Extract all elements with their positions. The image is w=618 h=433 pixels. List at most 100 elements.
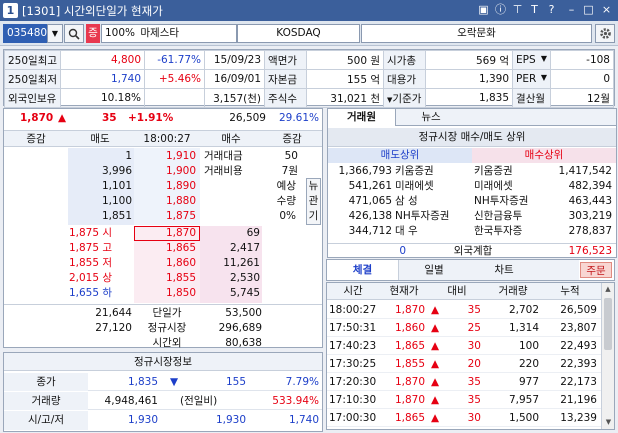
tick-qty: 1,314 [508,322,539,334]
news-tag[interactable]: 뉴 [307,179,320,194]
tick-header: 시간 현재가 대비 거래량 누적 [327,283,601,300]
tab-ticks[interactable]: 체결 [327,260,399,280]
eps-select[interactable]: EPS ▼ [512,50,552,70]
bid-qty[interactable]: 11,261 [202,256,260,271]
expect-label: 예상 [276,180,296,192]
info-value: 12월 [550,88,614,108]
orderbook-panel: 1,870 ▲ 35 +1.91% 26,509 29.61% 증감 매도 18… [3,108,323,349]
broker-row: 344,712 대 우 한국투자증 278,837 [328,224,616,239]
price-change: 35 [102,112,117,124]
minimize-icon[interactable]: – [564,2,579,18]
tick-price: 1,870 [394,304,425,316]
broker-title: 정규시장 매수/매도 상위 [328,128,616,147]
chevron-down-icon: ▼ [540,54,548,63]
bid-row: 1,875 시 1,870 69 [4,226,322,241]
stock-name-box[interactable]: 100% 마제스타 [101,24,237,43]
info-label: 주식수 [264,88,308,108]
search-icon[interactable] [64,24,84,43]
tick-row: 17:30:25 1,855 ▲ 20 220 22,393 [327,355,601,373]
tick-qty: 220 [518,358,539,370]
buy-volume: 1,417,542 [558,165,612,177]
tick-cumulative: 22,173 [560,376,597,388]
market-info-title: 정규시장정보 [4,353,322,371]
scroll-up-icon[interactable]: ▲ [602,283,614,296]
bid-side-label: 1,855 저 [68,257,112,269]
scroll-thumb[interactable] [604,298,612,350]
sell-volume: 344,712 [348,225,392,237]
bid-price[interactable]: 1,860 [136,256,196,271]
bid-row: 1,875 고 1,865 2,417 [4,241,322,256]
bid-price[interactable]: 1,870 [136,226,196,241]
bid-side-label: 1,875 시 [68,227,112,239]
bid-qty[interactable]: 2,530 [202,271,260,286]
buy-broker[interactable]: NH투자증권 [474,194,544,209]
institution-tag[interactable]: 기 [307,209,320,224]
bid-qty[interactable]: 2,417 [202,241,260,256]
info-icon[interactable]: ⓘ [493,2,508,18]
current-price: 1,870 [20,112,54,124]
close-value: 1,835 [127,376,158,388]
maximize-icon[interactable]: □ [581,2,596,18]
tick-time: 17:10:30 [329,394,377,406]
font-icon[interactable]: T [527,2,542,18]
sell-broker[interactable]: NH투자증권 [395,209,471,224]
tab-news[interactable]: 뉴스 [396,109,466,126]
stock-code-input[interactable]: 035480 [3,24,47,43]
header-price: 현재가 [389,285,419,297]
help-icon[interactable]: ? [544,2,559,18]
info-value: 31,021 천 [306,88,385,108]
info-row-high: 250일최고 4,800 -61.77% 15/09/23 액면가 500 원 … [3,50,614,70]
bid-qty[interactable]: 69 [202,226,260,241]
sell-broker[interactable]: 삼 성 [395,194,471,209]
expect-value: 0% [279,210,296,222]
stock-name: 마제스타 [140,27,180,39]
pin-icon[interactable]: ⊤ [510,2,525,18]
change-rate: +1.91% [128,112,174,124]
bid-row: 2,015 상 1,855 2,530 [4,271,322,286]
quantity-label: 수량 [276,195,296,207]
broker-row: 426,138 NH투자증권 신한금융투 303,219 [328,209,616,224]
tick-row: 17:10:30 1,870 ▲ 35 7,957 21,196 [327,391,601,409]
sell-broker[interactable]: 키움증권 [395,164,471,179]
chevron-down-icon: ▼ [540,73,548,82]
total-label: 시간외 [152,337,182,349]
tab-empty [539,260,579,280]
close-change: 155 [225,376,246,388]
tick-time: 17:20:30 [329,376,377,388]
tab-chart[interactable]: 차트 [469,260,539,280]
bid-price[interactable]: 1,855 [136,271,196,286]
expected-label-1: 예상 [4,179,322,194]
info-value: 155 억 [306,69,385,89]
sell-broker[interactable]: 대 우 [395,224,471,239]
close-icon[interactable]: × [599,2,614,18]
info-row-low: 250일최저 1,740 +5.46% 16/09/01 자본금 155 억 대… [3,69,614,89]
bid-price[interactable]: 1,865 [136,241,196,256]
tick-time: 17:00:30 [329,412,377,424]
quote-summary: 1,870 ▲ 35 +1.91% 26,509 29.61% [4,111,322,127]
order-button[interactable]: 주문 [580,262,612,278]
link-icon[interactable]: ▣ [476,2,491,18]
tick-scrollbar[interactable]: ▲ ▼ [601,283,614,429]
buy-broker[interactable]: 키움증권 [474,164,544,179]
watch-tag[interactable]: 관 [307,194,320,209]
tick-time: 17:30:25 [329,358,377,370]
code-dropdown-icon[interactable]: ▼ [47,24,63,43]
sell-broker[interactable]: 미래에셋 [395,179,471,194]
scroll-down-icon[interactable]: ▼ [602,416,614,429]
up-arrow-icon: ▲ [431,304,440,316]
volume-rate: 29.61% [278,112,319,124]
tab-broker[interactable]: 거래원 [328,109,396,126]
info-label: 외국인보유 [3,88,62,108]
tick-price: 1,865 [394,340,425,352]
buy-broker[interactable]: 한국투자증 [474,224,544,239]
per-select[interactable]: PER ▼ [512,69,552,89]
gear-icon[interactable] [595,24,615,43]
buy-top-header: 매수상위 [472,148,616,163]
buy-broker[interactable]: 미래에셋 [474,179,544,194]
bid-price[interactable]: 1,850 [136,286,196,301]
bid-side-label: 1,655 하 [68,287,112,299]
header-time: 시간 [343,285,363,297]
bid-qty[interactable]: 5,745 [202,286,260,301]
buy-broker[interactable]: 신한금융투 [474,209,544,224]
tab-daily[interactable]: 일별 [399,260,469,280]
